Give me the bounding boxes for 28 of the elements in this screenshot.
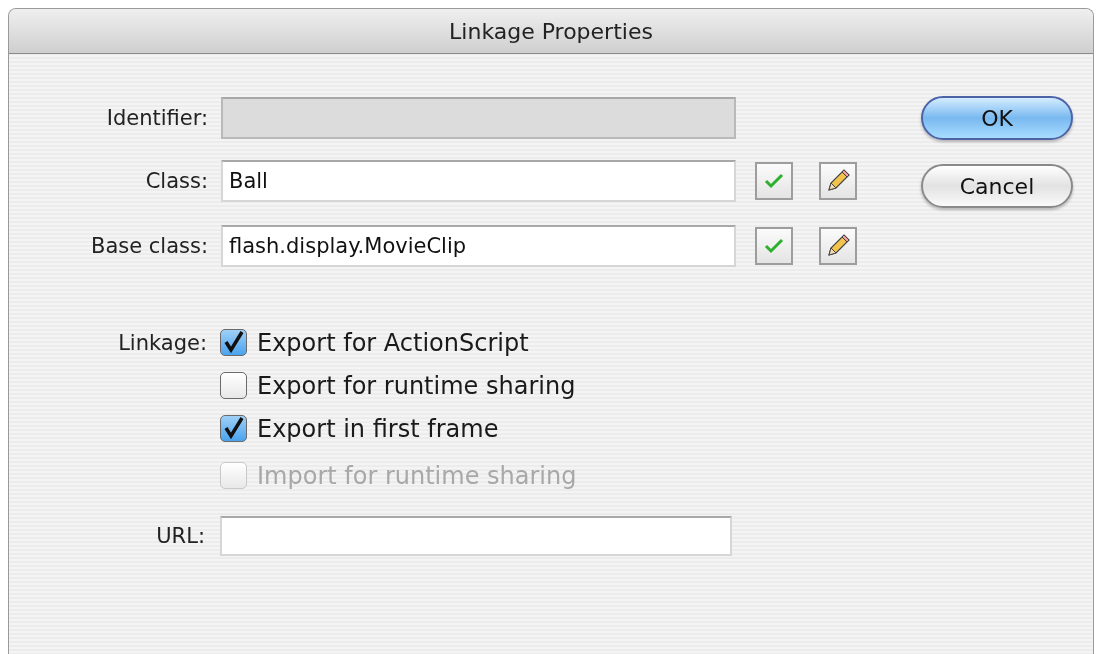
field-label: Class: bbox=[144, 168, 209, 193]
checkbox-label: Import for runtime sharing bbox=[257, 461, 577, 490]
validate-button[interactable] bbox=[755, 226, 793, 265]
check-icon bbox=[764, 237, 784, 254]
field-label: Base class: bbox=[89, 233, 209, 258]
checkbox-label: Export in first frame bbox=[257, 414, 499, 443]
text-field[interactable]: Ball bbox=[221, 159, 736, 202]
text-field[interactable]: flash.display.MovieClip bbox=[221, 224, 736, 267]
edit-button[interactable] bbox=[819, 161, 857, 200]
pencil-icon bbox=[825, 167, 851, 194]
checkbox[interactable] bbox=[220, 372, 247, 399]
checkbox-label: Export for runtime sharing bbox=[257, 371, 576, 400]
url-field[interactable] bbox=[220, 515, 732, 556]
pencil-icon bbox=[825, 232, 851, 259]
checkbox-label: Export for ActionScript bbox=[257, 328, 529, 357]
check-icon bbox=[764, 172, 784, 189]
checkmark-icon bbox=[222, 330, 245, 354]
window-title: Linkage Properties bbox=[449, 18, 653, 44]
field-label: Identifier: bbox=[105, 105, 209, 130]
field-label: URL: bbox=[155, 523, 206, 548]
validate-button[interactable] bbox=[755, 161, 793, 200]
checkbox[interactable] bbox=[220, 415, 247, 442]
ok-button[interactable]: OK bbox=[921, 96, 1073, 140]
linkage-label: Linkage: bbox=[117, 330, 208, 355]
cancel-button[interactable]: Cancel bbox=[921, 164, 1073, 208]
checkmark-icon bbox=[222, 416, 245, 440]
edit-button[interactable] bbox=[819, 226, 857, 265]
checkbox[interactable] bbox=[220, 329, 247, 356]
